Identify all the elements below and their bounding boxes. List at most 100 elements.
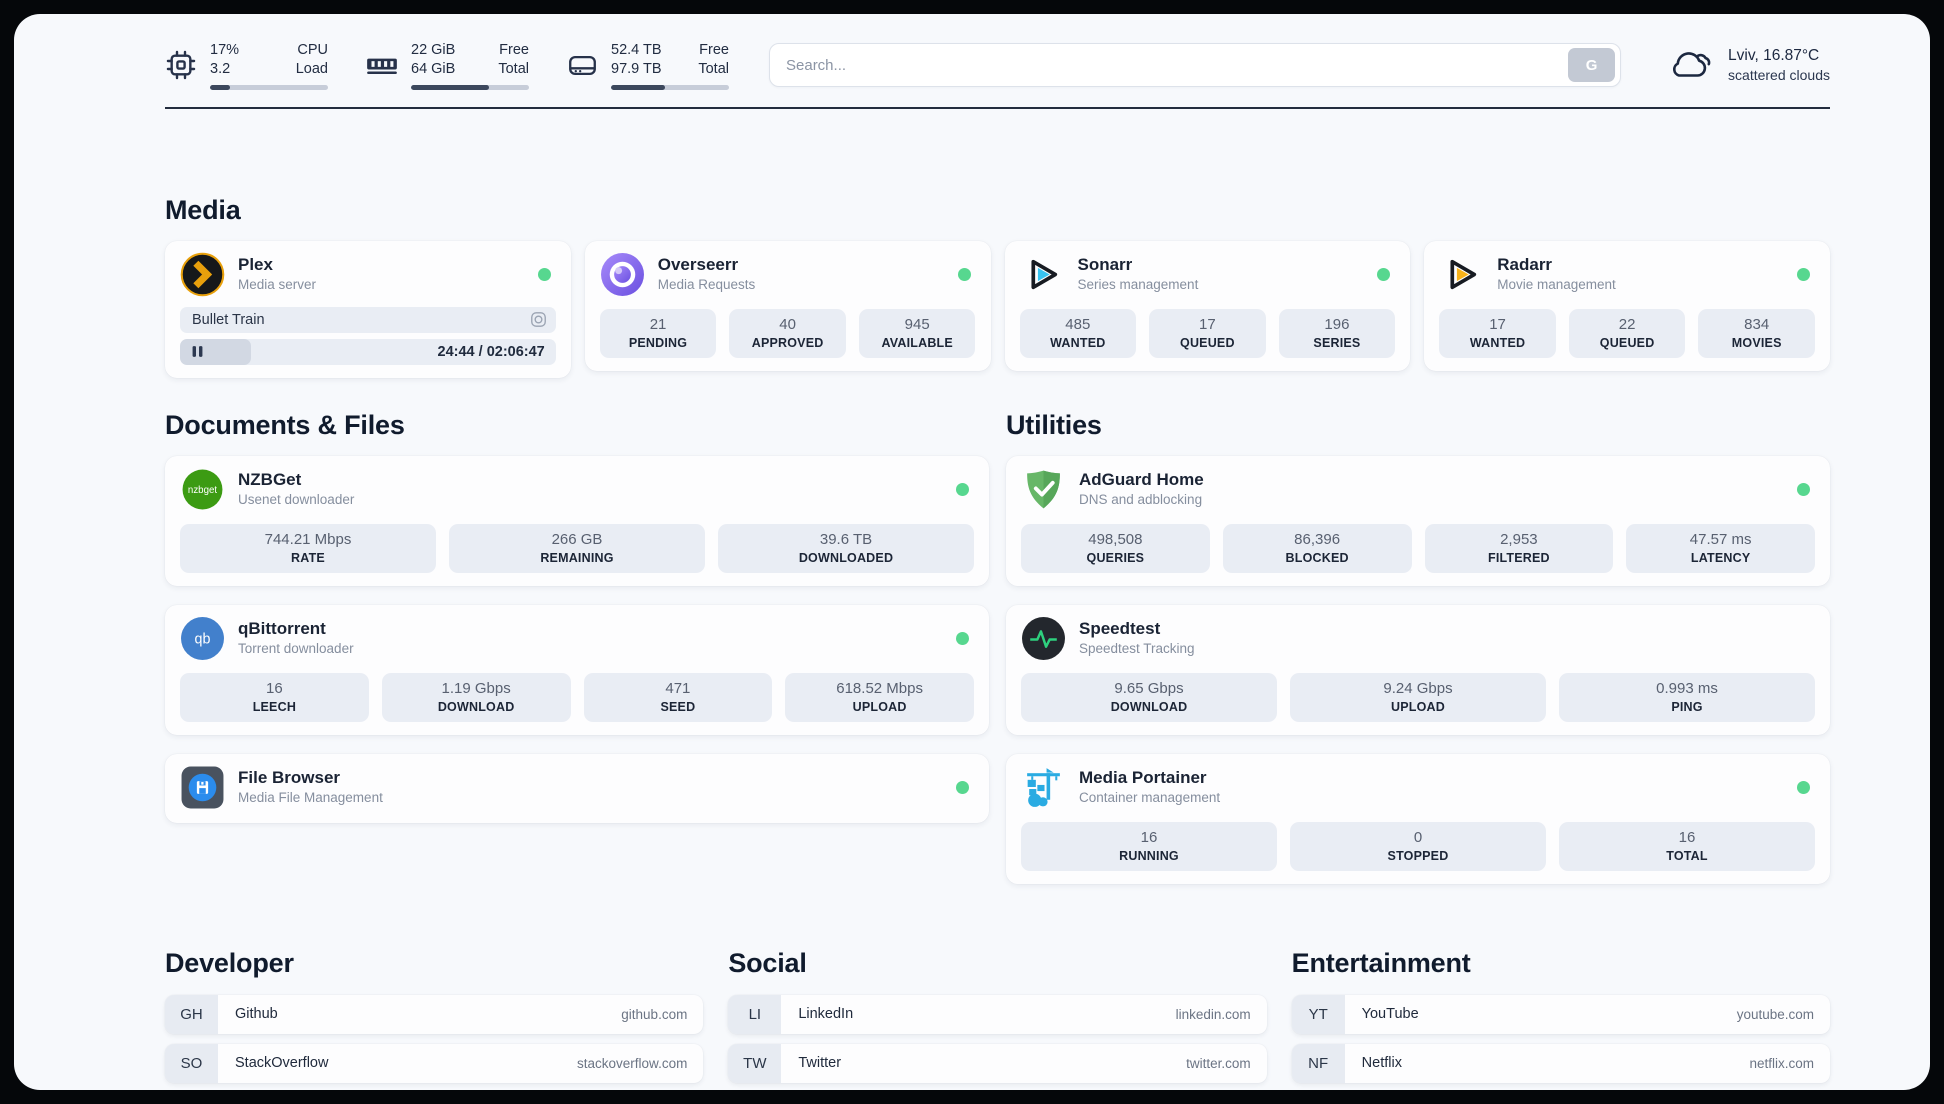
stat-downloaded: 39.6 TB DOWNLOADED: [718, 523, 974, 573]
app-card-portainer[interactable]: Media Portainer Container management 16 …: [1006, 753, 1830, 884]
weather-widget: Lviv, 16.87°C scattered clouds: [1667, 46, 1830, 85]
speedtest-icon: [1021, 616, 1066, 661]
bookmark-url: stackoverflow.com: [577, 1055, 688, 1071]
stat-label: QUEUED: [1599, 335, 1655, 350]
stat-value: 16: [266, 679, 283, 697]
bookmark-stackoverflow[interactable]: SO StackOverflow stackoverflow.com: [165, 1043, 704, 1083]
qbittorrent-icon: qb: [180, 616, 225, 661]
stat-queries: 498,508 QUERIES: [1021, 523, 1210, 573]
radarr-icon: [1439, 252, 1484, 297]
stat-wanted: 485 WANTED: [1019, 308, 1137, 358]
bookmark-netflix[interactable]: NF Netflix netflix.com: [1291, 1043, 1830, 1083]
stat-value: 16: [1140, 828, 1158, 846]
stat-value: 744.21 Mbps: [264, 530, 352, 548]
stat-value: 9.24 Gbps: [1383, 679, 1453, 697]
stat-value: 21: [649, 315, 667, 333]
weather-condition: scattered clouds: [1728, 67, 1830, 84]
app-title: Sonarr: [1077, 255, 1133, 275]
stat-label: UPLOAD: [852, 699, 907, 714]
section-title-media: Media: [165, 194, 241, 225]
memory-labels: Free Total: [498, 42, 529, 77]
cpu-progressbar: [210, 84, 328, 90]
app-subtitle: Series management: [1077, 277, 1199, 293]
stat-value: 40: [779, 315, 796, 333]
stat-remaining: 266 GB REMAINING: [449, 523, 705, 573]
stat-label: RUNNING: [1119, 848, 1179, 863]
svg-text:qb: qb: [195, 631, 211, 647]
bookmark-url: linkedin.com: [1175, 1006, 1251, 1022]
gear-icon[interactable]: [529, 310, 548, 329]
app-title: Radarr: [1497, 255, 1553, 275]
stat-wanted: 17 WANTED: [1439, 308, 1556, 358]
app-card-adguard[interactable]: AdGuard Home DNS and adblocking 498,508 …: [1006, 455, 1830, 586]
app-card-overseerr[interactable]: Overseerr Media Requests 21 PENDING 40 A…: [584, 240, 991, 371]
search-input[interactable]: [786, 56, 1569, 74]
stat-label: SEED: [660, 699, 696, 714]
app-title: qBittorrent: [238, 619, 326, 639]
disk-values: 52.4 TB 97.9 TB: [611, 42, 662, 77]
app-card-sonarr[interactable]: Sonarr Series management 485 WANTED 17 Q…: [1004, 240, 1411, 371]
header-divider: [165, 106, 1830, 109]
app-card-nzbget[interactable]: nzbget NZBGet Usenet downloader 744.21 M…: [165, 455, 989, 586]
stat-value: 47.57 ms: [1689, 530, 1752, 548]
stat-value: 266 GB: [551, 530, 603, 548]
bookmark-group-entertainment: Entertainment YT YouTube youtube.com NF …: [1291, 884, 1830, 1090]
stat-ping: 0.993 ms PING: [1559, 672, 1815, 722]
bookmark-twitter[interactable]: TW Twitter twitter.com: [728, 1043, 1267, 1083]
app-card-plex[interactable]: Plex Media server Bullet Train 24:44 / 0…: [165, 240, 571, 378]
cpu-labels: CPU Load: [295, 42, 328, 77]
disk-icon: [567, 50, 598, 81]
app-card-qbittorrent[interactable]: qb qBittorrent Torrent downloader 16 LEE…: [165, 604, 989, 735]
bookmark-abbr: GH: [165, 994, 218, 1034]
nzbget-icon: nzbget: [180, 467, 225, 512]
memory-progressbar: [411, 84, 529, 90]
bookmark-name: StackOverflow: [235, 1055, 329, 1072]
stat-upload: 9.24 Gbps UPLOAD: [1290, 672, 1546, 722]
stat-label: FILTERED: [1487, 550, 1550, 565]
stat-value: 945: [904, 315, 930, 333]
cpu-values: 17% 3.2: [210, 42, 240, 77]
status-online-dot: [1797, 267, 1810, 281]
app-subtitle: Media File Management: [238, 790, 383, 806]
status-online-dot: [1797, 482, 1810, 496]
stat-value: 17: [1199, 315, 1216, 333]
filebrowser-icon: [180, 765, 225, 810]
svg-text:nzbget: nzbget: [188, 485, 217, 496]
bookmark-name: Twitter: [798, 1055, 842, 1072]
search-bar[interactable]: G: [769, 43, 1622, 88]
stat-label: DOWNLOAD: [1110, 699, 1188, 714]
app-subtitle: DNS and adblocking: [1079, 492, 1203, 508]
cpu-icon: [165, 49, 197, 81]
bookmark-github[interactable]: GH Github github.com: [165, 994, 704, 1034]
stat-label: LATENCY: [1690, 550, 1751, 565]
app-subtitle: Media Requests: [657, 277, 756, 293]
app-card-filebrowser[interactable]: File Browser Media File Management: [165, 753, 989, 823]
status-online-dot: [956, 482, 969, 496]
stat-value: 86,396: [1294, 530, 1341, 548]
stat-label: PING: [1671, 699, 1703, 714]
stat-stopped: 0 STOPPED: [1290, 821, 1546, 871]
app-card-radarr[interactable]: Radarr Movie management 17 WANTED 22 QUE…: [1424, 240, 1830, 371]
section-title-utilities: Utilities: [1006, 409, 1102, 440]
bookmark-linkedin[interactable]: LI LinkedIn linkedin.com: [728, 994, 1267, 1034]
stat-label: PENDING: [628, 335, 688, 350]
bookmark-abbr: YT: [1291, 994, 1345, 1034]
app-card-speedtest[interactable]: Speedtest Speedtest Tracking 9.65 Gbps D…: [1006, 604, 1830, 735]
search-engine-button[interactable]: G: [1568, 48, 1616, 83]
bookmark-name: LinkedIn: [798, 1006, 854, 1023]
app-title: Plex: [238, 255, 273, 275]
stat-label: DOWNLOAD: [437, 699, 515, 714]
stat-label: AVAILABLE: [881, 335, 953, 350]
bookmark-abbr: SO: [165, 1043, 218, 1083]
stat-latency: 47.57 ms LATENCY: [1626, 523, 1815, 573]
app-subtitle: Speedtest Tracking: [1079, 641, 1195, 657]
section-title-documents: Documents & Files: [165, 409, 405, 440]
stat-label: MOVIES: [1731, 335, 1782, 350]
status-online-dot: [956, 780, 969, 794]
stat-series: 196 SERIES: [1278, 308, 1396, 358]
bookmark-youtube[interactable]: YT YouTube youtube.com: [1291, 994, 1830, 1034]
bookmark-name: Github: [235, 1006, 278, 1023]
stat-label: WANTED: [1050, 335, 1106, 350]
section-title-social: Social: [728, 947, 807, 978]
stat-leech: 16 LEECH: [180, 672, 369, 722]
